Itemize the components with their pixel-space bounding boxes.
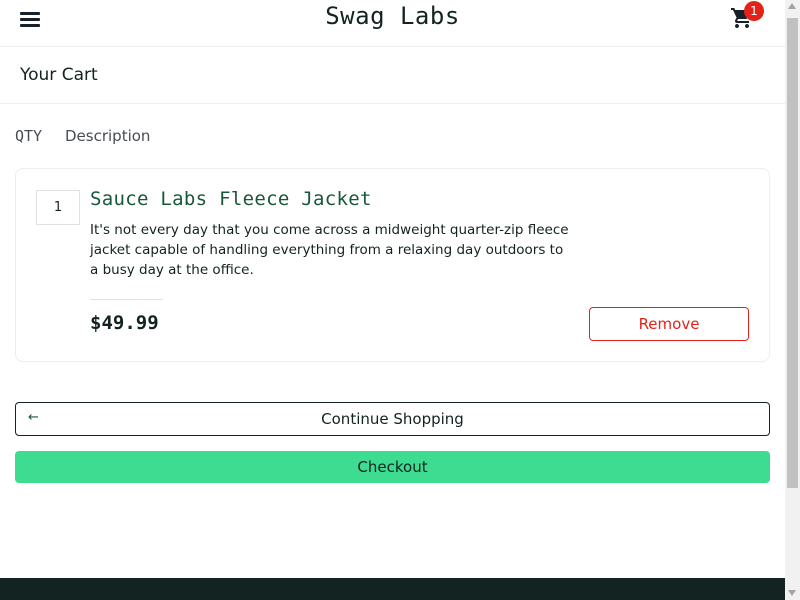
- scroll-down-arrow-icon[interactable]: [788, 590, 796, 596]
- shopping-cart-link[interactable]: 1: [728, 1, 768, 34]
- cart-item: 1 Sauce Labs Fleece Jacket It's not ever…: [15, 168, 770, 362]
- app-logo: Swag Labs: [325, 2, 460, 30]
- scroll-up-arrow-icon[interactable]: [788, 3, 796, 9]
- continue-shopping-label: Continue Shopping: [321, 410, 464, 428]
- remove-button[interactable]: Remove: [589, 307, 749, 341]
- continue-shopping-button[interactable]: ← Continue Shopping: [15, 402, 770, 436]
- item-price: $49.99: [90, 312, 159, 334]
- secondary-header: Your Cart: [0, 47, 785, 104]
- arrow-left-icon: ←: [28, 410, 39, 425]
- item-quantity: 1: [36, 190, 80, 225]
- vertical-scrollbar[interactable]: [785, 0, 800, 600]
- scrollbar-thumb[interactable]: [787, 18, 798, 488]
- checkout-button[interactable]: Checkout: [15, 451, 770, 483]
- description-column-label: Description: [65, 127, 151, 145]
- cart-page: Swag Labs 1 Your Cart QTY Description 1 …: [0, 0, 785, 600]
- cart-count-badge: 1: [744, 1, 764, 21]
- qty-column-label: QTY: [15, 127, 43, 145]
- primary-header: Swag Labs 1: [0, 0, 785, 47]
- item-description: It's not every day that you come across …: [90, 222, 569, 278]
- item-name-link[interactable]: Sauce Labs Fleece Jacket: [90, 188, 372, 210]
- price-divider: [90, 299, 163, 300]
- footer: [0, 578, 785, 600]
- page-title: Your Cart: [20, 65, 98, 85]
